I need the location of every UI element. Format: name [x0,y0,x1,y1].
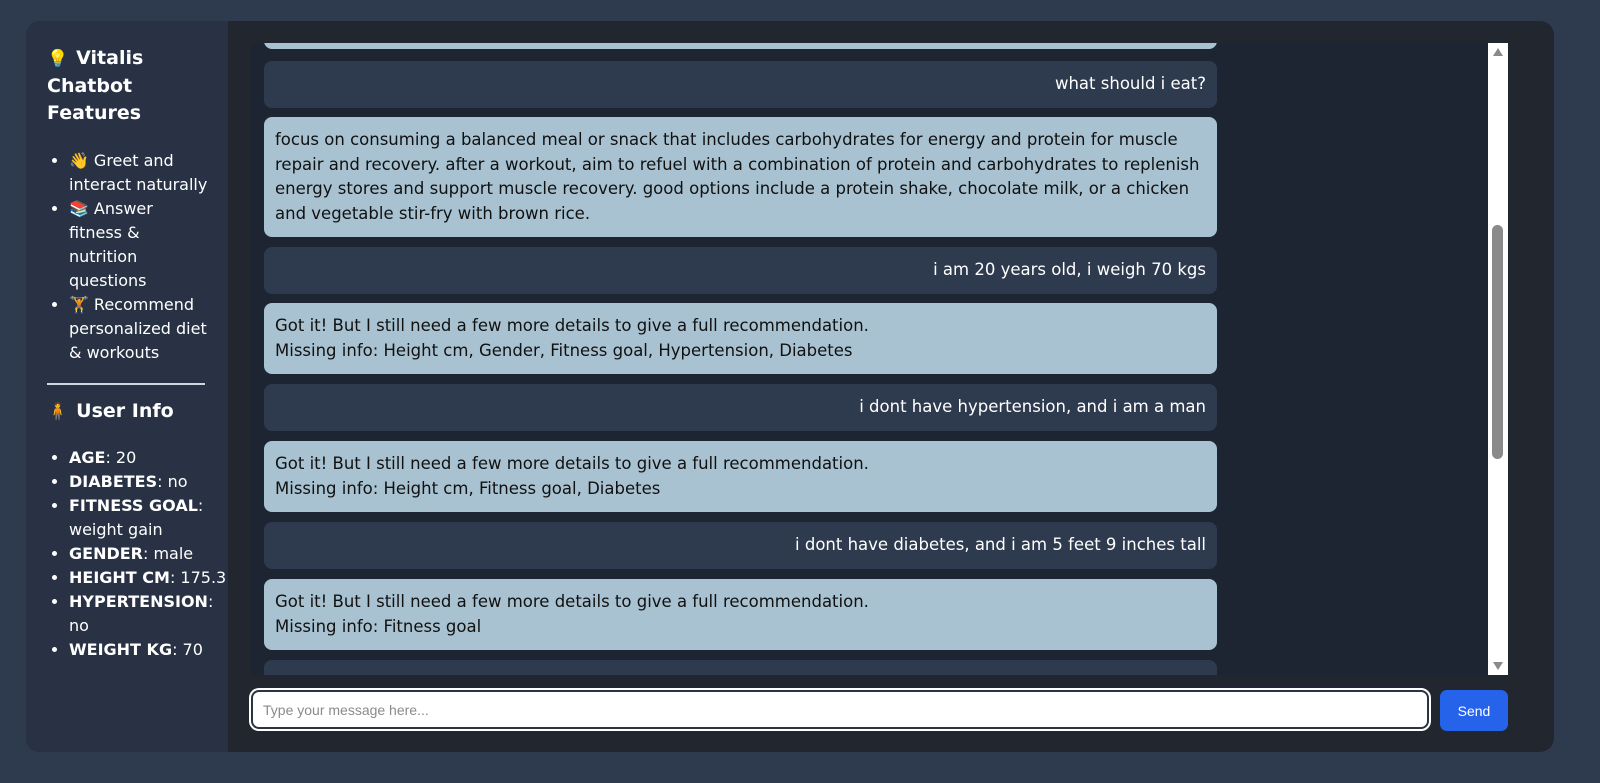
info-key: GENDER [69,544,143,563]
message-text: Got it! But I still need a few more deta… [275,316,869,335]
bot-message: focus on consuming a balanced meal or sn… [264,117,1217,237]
message-text: i dont have diabetes, and i am 5 feet 9 … [795,535,1206,554]
info-key: FITNESS GOAL [69,496,198,515]
sidebar: 💡Vitalis Chatbot Features 👋Greet and int… [26,21,228,752]
message-text: i dont have hypertension, and i am a man [859,397,1206,416]
feature-item-recommend: 🏋Recommend personalized diet & workouts [69,293,209,365]
features-heading: 💡 Vitalis Chatbot Features [47,45,197,127]
user-info-height: HEIGHT CM: 175.3 [69,566,229,590]
feature-item-greet: 👋Greet and interact naturally [69,149,209,197]
chat-message-partial [264,660,1217,675]
message-input[interactable] [249,688,1431,731]
books-icon: 📚 [69,199,89,218]
user-info-weight: WEIGHT KG: 70 [69,638,229,662]
info-value: : no [157,472,188,491]
info-key: AGE [69,448,106,467]
user-info-gender: GENDER: male [69,542,229,566]
waving-hand-icon: 👋 [69,151,89,170]
sidebar-divider [47,383,205,385]
message-text: focus on consuming a balanced meal or sn… [275,130,1200,223]
bot-message: Got it! But I still need a few more deta… [264,441,1217,512]
message-text: Missing info: Fitness goal [275,616,482,636]
info-value: : 20 [105,448,137,467]
message-text: Got it! But I still need a few more deta… [275,454,869,473]
message-text: Missing info: Height cm, Fitness goal, D… [275,478,661,498]
message-text: what should i eat? [1054,74,1206,93]
scroll-down-arrow-icon[interactable] [1493,662,1503,670]
chat-app: 💡Vitalis Chatbot Features 👋Greet and int… [26,21,1554,752]
user-info-heading: 🧍 User Info [47,398,197,426]
user-info-list: AGE: 20 DIABETES: no FITNESS GOAL: weigh… [47,446,229,662]
info-key: WEIGHT KG [69,640,173,659]
bot-message: Got it! But I still need a few more deta… [264,579,1217,650]
user-info-fitness-goal: FITNESS GOAL: weight gain [69,494,229,542]
feature-label: Recommend personalized diet & workouts [69,295,207,362]
message-text: Missing info: Height cm, Gender, Fitness… [275,340,853,360]
message-text: Got it! But I still need a few more deta… [275,592,869,611]
features-list: 👋Greet and interact naturally 📚Answer fi… [47,149,209,365]
chat-scrollbar[interactable] [1488,43,1508,675]
user-message: what should i eat? [264,61,1217,108]
info-value: : male [142,544,194,563]
weightlifter-icon: 🏋 [69,295,89,314]
lightbulb-icon: 💡 [47,49,69,69]
scroll-thumb[interactable] [1492,225,1503,459]
info-key: HYPERTENSION [69,592,208,611]
send-button[interactable]: Send [1440,690,1508,731]
message-text: i am 20 years old, i weigh 70 kgs [933,260,1206,279]
feature-label: Greet and interact naturally [69,151,208,194]
chat-message-partial [264,43,1217,49]
user-message: i am 20 years old, i weigh 70 kgs [264,247,1217,294]
user-message: i dont have diabetes, and i am 5 feet 9 … [264,522,1217,569]
bot-message: Got it! But I still need a few more deta… [264,303,1217,374]
main-area: what should i eat? focus on consuming a … [228,21,1554,752]
chat-history[interactable]: what should i eat? focus on consuming a … [251,43,1508,675]
user-info-title: User Info [76,400,174,422]
feature-item-answer: 📚Answer fitness & nutrition questions [69,197,209,293]
user-message: i dont have hypertension, and i am a man [264,384,1217,431]
user-info-age: AGE: 20 [69,446,229,470]
info-value: : 175.3 [169,568,227,587]
info-key: DIABETES [69,472,158,491]
person-icon: 🧍 [47,402,69,422]
scroll-up-arrow-icon[interactable] [1493,48,1503,56]
user-info-diabetes: DIABETES: no [69,470,229,494]
info-key: HEIGHT CM [69,568,170,587]
info-value: : 70 [172,640,203,659]
user-info-hypertension: HYPERTENSION: no [69,590,229,638]
